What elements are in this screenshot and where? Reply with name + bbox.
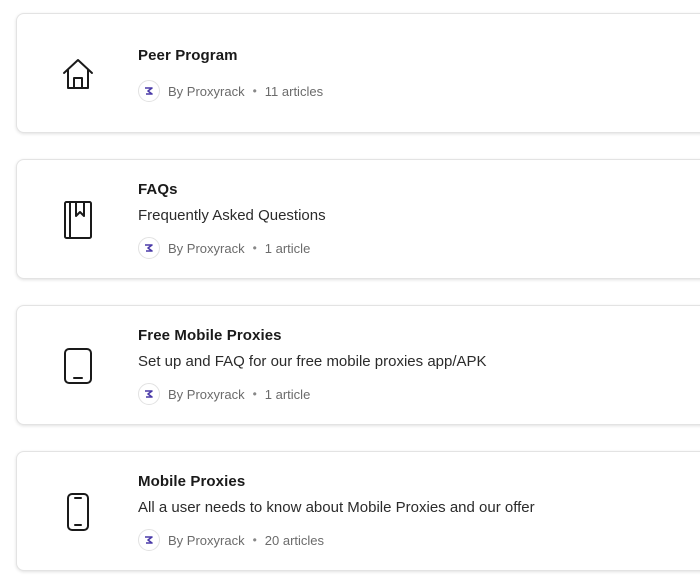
- collection-card-faqs[interactable]: FAQs Frequently Asked Questions By Proxy…: [16, 159, 700, 279]
- collection-title[interactable]: Free Mobile Proxies: [138, 327, 282, 344]
- mobile-phone-icon: [59, 493, 97, 531]
- author-avatar: [138, 80, 160, 102]
- collection-author: By Proxyrack: [168, 83, 245, 99]
- collection-article-count: 1 article: [264, 386, 311, 402]
- collection-title[interactable]: FAQs: [138, 181, 178, 198]
- collections-list: Peer Program By Proxyrack • 11 articles …: [0, 0, 700, 586]
- meta-separator: •: [252, 387, 257, 401]
- house-icon: [59, 55, 97, 93]
- author-avatar: [138, 529, 160, 551]
- author-avatar: [138, 237, 160, 259]
- collection-author: By Proxyrack: [168, 386, 245, 402]
- collection-card-free-mobile-proxies[interactable]: Free Mobile Proxies Set up and FAQ for o…: [16, 305, 700, 425]
- collection-meta: By Proxyrack • 1 article: [138, 383, 310, 405]
- collection-meta: By Proxyrack • 1 article: [138, 237, 310, 259]
- collection-title[interactable]: Peer Program: [138, 47, 238, 64]
- book-bookmark-icon: [59, 201, 97, 239]
- collection-author: By Proxyrack: [168, 240, 245, 256]
- collection-description: Frequently Asked Questions: [138, 207, 326, 224]
- collection-description: Set up and FAQ for our free mobile proxi…: [138, 353, 487, 370]
- collection-title[interactable]: Mobile Proxies: [138, 473, 245, 490]
- meta-separator: •: [252, 84, 257, 98]
- collection-author: By Proxyrack: [168, 532, 245, 548]
- tablet-icon: [59, 347, 97, 385]
- collection-article-count: 1 article: [264, 240, 311, 256]
- collection-card-mobile-proxies[interactable]: Mobile Proxies All a user needs to know …: [16, 451, 700, 571]
- author-avatar: [138, 383, 160, 405]
- collection-description: All a user needs to know about Mobile Pr…: [138, 499, 535, 516]
- meta-separator: •: [252, 533, 257, 547]
- collection-article-count: 20 articles: [264, 532, 325, 548]
- collection-meta: By Proxyrack • 20 articles: [138, 529, 324, 551]
- meta-separator: •: [252, 241, 257, 255]
- collection-meta: By Proxyrack • 11 articles: [138, 80, 323, 102]
- collection-card-peer-program[interactable]: Peer Program By Proxyrack • 11 articles: [16, 13, 700, 133]
- collection-article-count: 11 articles: [264, 83, 324, 99]
